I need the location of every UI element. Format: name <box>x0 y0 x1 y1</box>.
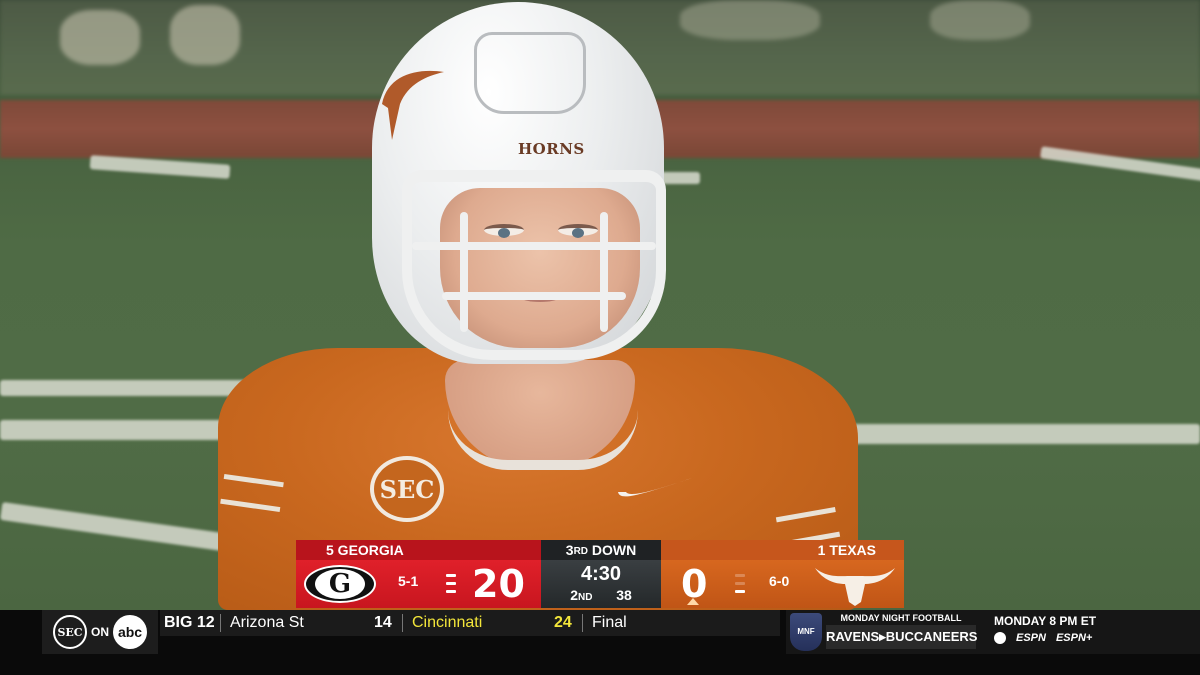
facemask-bar <box>600 212 608 332</box>
score-bug: 5 GEORGIA 3RD DOWN 1 TEXAS G 5-1 20 4:30… <box>296 540 904 608</box>
helmet-vent <box>474 32 586 114</box>
sec-network-icon: SEC <box>53 615 87 649</box>
sec-patch: SEC <box>370 456 444 522</box>
away-team-panel: 0 6-0 <box>661 560 904 608</box>
possession-arrow-icon <box>687 598 699 605</box>
home-record: 5-1 <box>398 573 419 589</box>
promo-header: MONDAY NIGHT FOOTBALL <box>840 613 962 623</box>
timeout-indicator <box>735 582 745 585</box>
jersey-collar <box>448 410 638 470</box>
promo-network-2: ESPN+ <box>1055 632 1093 644</box>
quarter-number: 2 <box>570 587 578 603</box>
timeout-indicator <box>735 590 745 593</box>
down-number: 3 <box>565 542 574 558</box>
broadcast-video-frame: SEC HORNS <box>0 0 1200 610</box>
mnf-promo: MNF MONDAY NIGHT FOOTBALL RAVENS▸BUCCANE… <box>786 610 1200 654</box>
score-ticker-row: BIG 12 Arizona St 14 Cincinnati 24 Final <box>160 610 780 636</box>
mnf-shield-icon: MNF <box>790 613 822 651</box>
network-logo: SEC ON abc <box>42 610 158 654</box>
ticker-conference: BIG 12 <box>164 614 215 631</box>
longhorn-decal-icon <box>382 70 444 140</box>
timeout-indicator <box>446 590 456 593</box>
quarter-suffix: ND <box>577 592 593 603</box>
home-team-panel: G 5-1 20 <box>296 560 541 608</box>
swoosh-logo-icon <box>618 478 692 497</box>
yard-line <box>89 155 231 179</box>
ticker-team-2: Cincinnati <box>412 614 483 631</box>
ticker-score-2: 24 <box>554 614 572 631</box>
home-score: 20 <box>472 562 525 606</box>
facemask-bar <box>460 212 468 332</box>
hash-mark <box>830 424 1200 444</box>
logo-letter: G <box>315 569 365 599</box>
helmet-wordmark: HORNS <box>518 140 585 158</box>
ticker-divider <box>220 614 221 632</box>
promo-network-1: ESPN <box>1016 632 1046 644</box>
hash-mark <box>0 380 260 396</box>
yard-line <box>660 172 700 184</box>
ticker-score-1: 14 <box>374 614 392 631</box>
longhorn-logo-icon <box>815 568 895 606</box>
timeout-indicator <box>735 574 745 577</box>
away-team-rank-name: 1 TEXAS <box>661 540 904 560</box>
ticker-status: Final <box>592 614 627 631</box>
promo-time: MONDAY 8 PM ET <box>994 614 1097 628</box>
abc-dot-icon <box>994 632 1006 644</box>
play-clock: 38 <box>616 587 632 603</box>
facemask <box>402 170 666 360</box>
home-team-rank-name: 5 GEORGIA <box>296 540 541 560</box>
promo-networks: ESPN ESPN+ <box>994 632 1092 644</box>
bottom-ticker: SEC ON abc BIG 12 Arizona St 14 Cincinna… <box>0 610 1200 675</box>
down-suffix: RD <box>573 546 589 557</box>
facemask-bar <box>412 242 656 250</box>
timeout-indicator <box>446 574 456 577</box>
away-record: 6-0 <box>769 573 790 589</box>
down-word: DOWN <box>588 542 637 558</box>
timeout-indicator <box>446 582 456 585</box>
ticker-divider <box>402 614 403 632</box>
hash-mark <box>0 420 230 440</box>
abc-logo-icon: abc <box>113 615 147 649</box>
georgia-g-logo-icon: G <box>304 565 376 603</box>
game-clock-panel: 4:30 2ND 38 <box>541 560 661 608</box>
ticker-team-1: Arizona St <box>230 614 304 631</box>
down-indicator: 3RD DOWN <box>541 540 661 560</box>
facemask-bar <box>442 292 626 300</box>
period-and-play-clock: 2ND 38 <box>541 586 661 607</box>
ticker-divider <box>582 614 583 632</box>
network-on-label: ON <box>91 625 109 639</box>
game-clock: 4:30 <box>580 563 622 585</box>
promo-matchup: RAVENS▸BUCCANEERS <box>826 625 977 649</box>
